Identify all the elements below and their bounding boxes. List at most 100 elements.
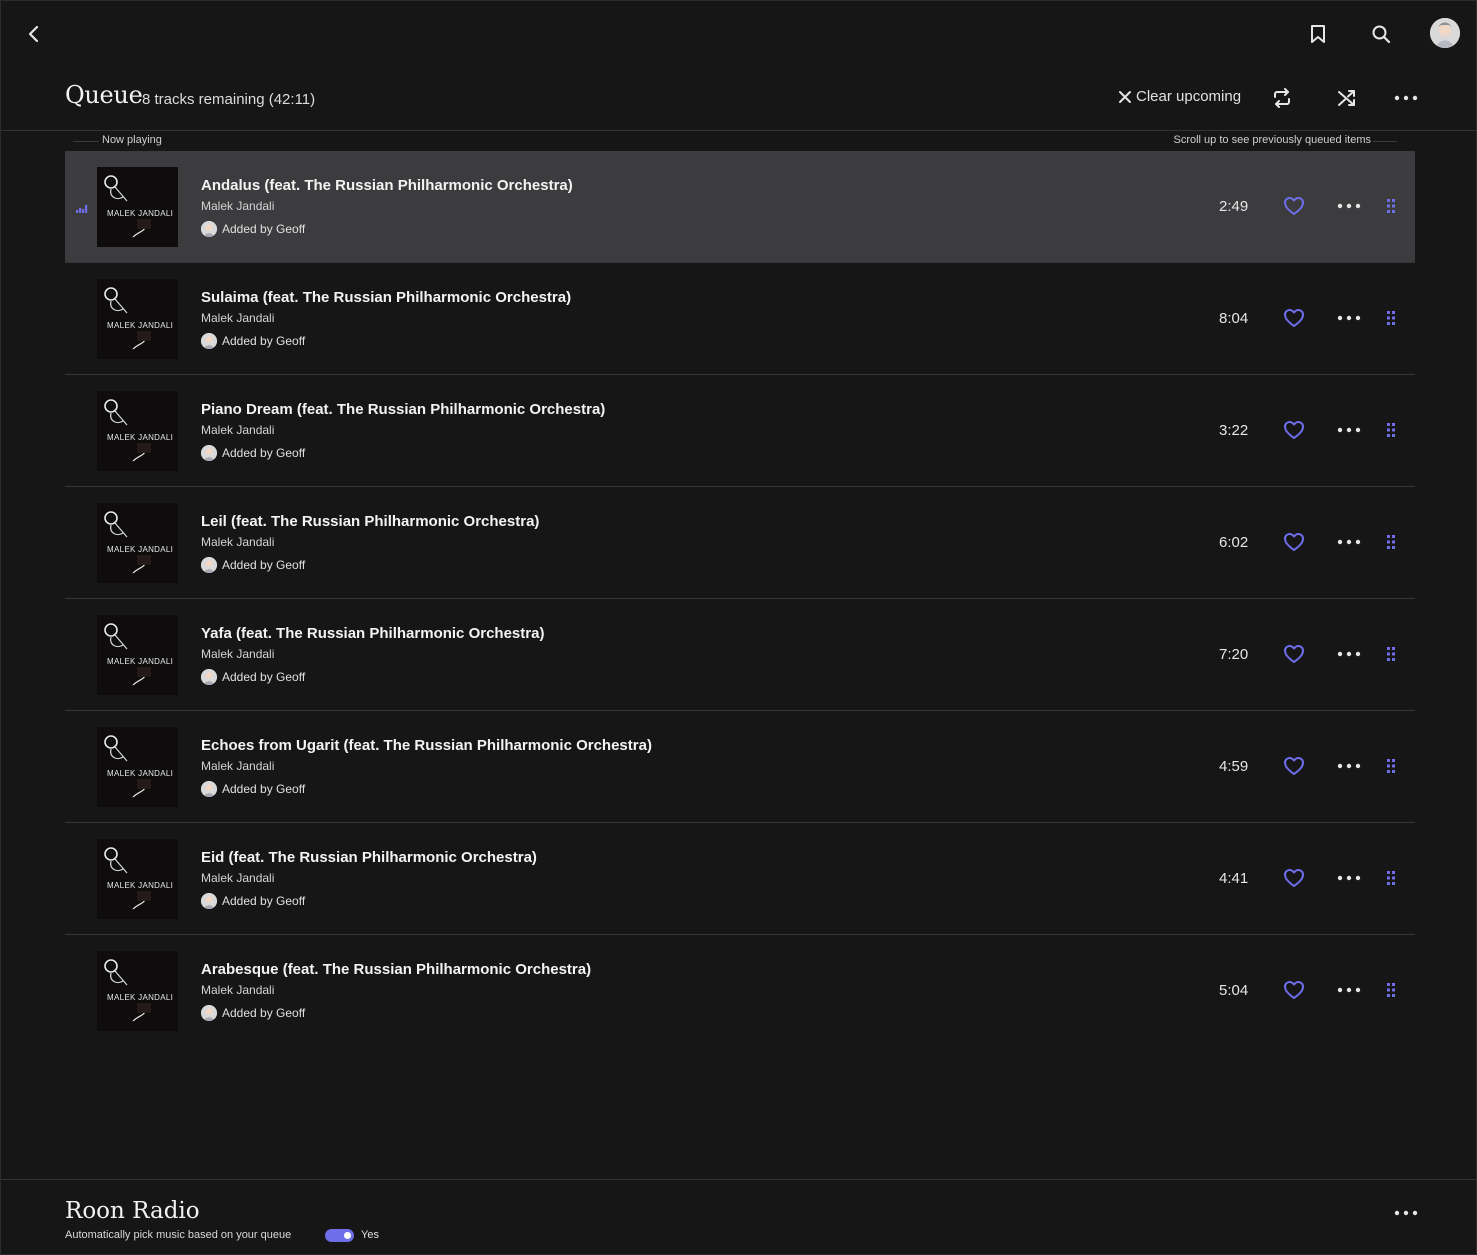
track-row[interactable]: MALEK JANDALI Sulaima (feat. The Russian … [65, 263, 1415, 375]
more-icon[interactable] [1335, 643, 1363, 665]
cover-artist-text: MALEK JANDALI [107, 881, 174, 890]
track-row[interactable]: MALEK JANDALI Yafa (feat. The Russian Phi… [65, 599, 1415, 711]
added-by-label: Added by Geoff [222, 446, 306, 460]
heart-icon[interactable] [1283, 419, 1305, 441]
album-cover[interactable]: MALEK JANDALI [97, 839, 178, 919]
added-by-label: Added by Geoff [222, 334, 306, 348]
drag-handle-icon[interactable] [1384, 195, 1398, 217]
drag-handle-icon[interactable] [1384, 979, 1398, 1001]
radio-toggle[interactable] [325, 1229, 354, 1242]
track-duration: 7:20 [1219, 646, 1249, 663]
cover-artist-text: MALEK JANDALI [107, 545, 174, 554]
heart-icon[interactable] [1283, 643, 1305, 665]
user-avatar-icon [201, 669, 217, 685]
track-row[interactable]: MALEK JANDALI Eid (feat. The Russian Phil… [65, 823, 1415, 935]
heart-icon[interactable] [1283, 531, 1305, 553]
album-cover[interactable]: MALEK JANDALI [97, 167, 178, 247]
user-avatar-icon [201, 333, 217, 349]
track-title[interactable]: Eid (feat. The Russian Philharmonic Orch… [201, 849, 537, 866]
track-title[interactable]: Piano Dream (feat. The Russian Philharmo… [201, 401, 605, 418]
queue-section-labels: Now playing Scroll up to see previously … [65, 132, 1415, 150]
track-title[interactable]: Yafa (feat. The Russian Philharmonic Orc… [201, 625, 544, 642]
heart-icon[interactable] [1283, 307, 1305, 329]
added-by: Added by Geoff [201, 781, 305, 797]
user-avatar-icon [201, 893, 217, 909]
track-row[interactable]: MALEK JANDALI Piano Dream (feat. The Russ… [65, 375, 1415, 487]
more-icon[interactable] [1335, 307, 1363, 329]
radio-toggle-label: Yes [361, 1229, 379, 1241]
radio-more-icon[interactable] [1391, 1198, 1421, 1228]
cover-artist-text: MALEK JANDALI [107, 209, 174, 218]
drag-handle-icon[interactable] [1384, 867, 1398, 889]
track-title[interactable]: Arabesque (feat. The Russian Philharmoni… [201, 961, 591, 978]
more-icon[interactable] [1335, 979, 1363, 1001]
cover-artist-text: MALEK JANDALI [107, 433, 174, 442]
track-artist[interactable]: Malek Jandali [201, 311, 274, 325]
track-artist[interactable]: Malek Jandali [201, 871, 274, 885]
avatar[interactable] [1430, 18, 1460, 48]
user-avatar-icon [201, 557, 217, 573]
queue-subtitle: 8 tracks remaining (42:11) [142, 91, 316, 108]
more-icon[interactable] [1335, 419, 1363, 441]
track-artist[interactable]: Malek Jandali [201, 199, 274, 213]
drag-handle-icon[interactable] [1384, 643, 1398, 665]
now-playing-label: Now playing [102, 134, 162, 146]
cover-artist-text: MALEK JANDALI [107, 769, 174, 778]
search-icon[interactable] [1366, 19, 1396, 49]
scroll-hint: Scroll up to see previously queued items [1173, 134, 1372, 146]
drag-handle-icon[interactable] [1384, 755, 1398, 777]
more-icon[interactable] [1335, 531, 1363, 553]
track-row[interactable]: MALEK JANDALI Echoes from Ugarit (feat. T… [65, 711, 1415, 823]
more-icon[interactable] [1335, 867, 1363, 889]
toggle-knob [344, 1232, 351, 1239]
album-cover[interactable]: MALEK JANDALI [97, 391, 178, 471]
bookmark-icon[interactable] [1303, 19, 1333, 49]
shuffle-icon[interactable] [1332, 83, 1362, 113]
album-cover[interactable]: MALEK JANDALI [97, 279, 178, 359]
album-cover[interactable]: MALEK JANDALI [97, 615, 178, 695]
track-title[interactable]: Andalus (feat. The Russian Philharmonic … [201, 177, 573, 194]
user-avatar-icon [201, 1005, 217, 1021]
cover-artist-text: MALEK JANDALI [107, 657, 174, 666]
album-cover[interactable]: MALEK JANDALI [97, 503, 178, 583]
track-artist[interactable]: Malek Jandali [201, 759, 274, 773]
track-artist[interactable]: Malek Jandali [201, 535, 274, 549]
drag-handle-icon[interactable] [1384, 531, 1398, 553]
added-by: Added by Geoff [201, 893, 305, 909]
added-by-label: Added by Geoff [222, 670, 306, 684]
heart-icon[interactable] [1283, 979, 1305, 1001]
now-playing-icon [76, 205, 88, 213]
drag-handle-icon[interactable] [1384, 419, 1398, 441]
more-icon[interactable] [1335, 195, 1363, 217]
cover-artist-text: MALEK JANDALI [107, 993, 174, 1002]
track-duration: 4:41 [1219, 870, 1249, 887]
track-duration: 2:49 [1219, 198, 1249, 215]
album-cover[interactable]: MALEK JANDALI [97, 727, 178, 807]
album-cover[interactable]: MALEK JANDALI [97, 951, 178, 1031]
repeat-icon[interactable] [1267, 83, 1297, 113]
drag-handle-icon[interactable] [1384, 307, 1398, 329]
heart-icon[interactable] [1283, 755, 1305, 777]
track-artist[interactable]: Malek Jandali [201, 983, 274, 997]
track-artist[interactable]: Malek Jandali [201, 647, 274, 661]
user-avatar-icon [201, 445, 217, 461]
track-duration: 8:04 [1219, 310, 1249, 327]
track-title[interactable]: Sulaima (feat. The Russian Philharmonic … [201, 289, 571, 306]
track-title[interactable]: Echoes from Ugarit (feat. The Russian Ph… [201, 737, 652, 754]
divider [1373, 141, 1397, 142]
track-title[interactable]: Leil (feat. The Russian Philharmonic Orc… [201, 513, 539, 530]
queue-more-icon[interactable] [1391, 83, 1421, 113]
track-artist[interactable]: Malek Jandali [201, 423, 274, 437]
track-row[interactable]: MALEK JANDALI Andalus (feat. The Russian … [65, 151, 1415, 263]
added-by-label: Added by Geoff [222, 558, 306, 572]
track-row[interactable]: MALEK JANDALI Leil (feat. The Russian Phi… [65, 487, 1415, 599]
user-avatar-icon [201, 781, 217, 797]
more-icon[interactable] [1335, 755, 1363, 777]
back-icon[interactable] [19, 19, 49, 49]
heart-icon[interactable] [1283, 195, 1305, 217]
radio-description: Automatically pick music based on your q… [65, 1229, 292, 1241]
track-row[interactable]: MALEK JANDALI Arabesque (feat. The Russia… [65, 935, 1415, 1047]
clear-upcoming-button[interactable]: Clear upcoming [1118, 88, 1241, 105]
track-list: MALEK JANDALI Andalus (feat. The Russian … [65, 151, 1415, 1047]
heart-icon[interactable] [1283, 867, 1305, 889]
